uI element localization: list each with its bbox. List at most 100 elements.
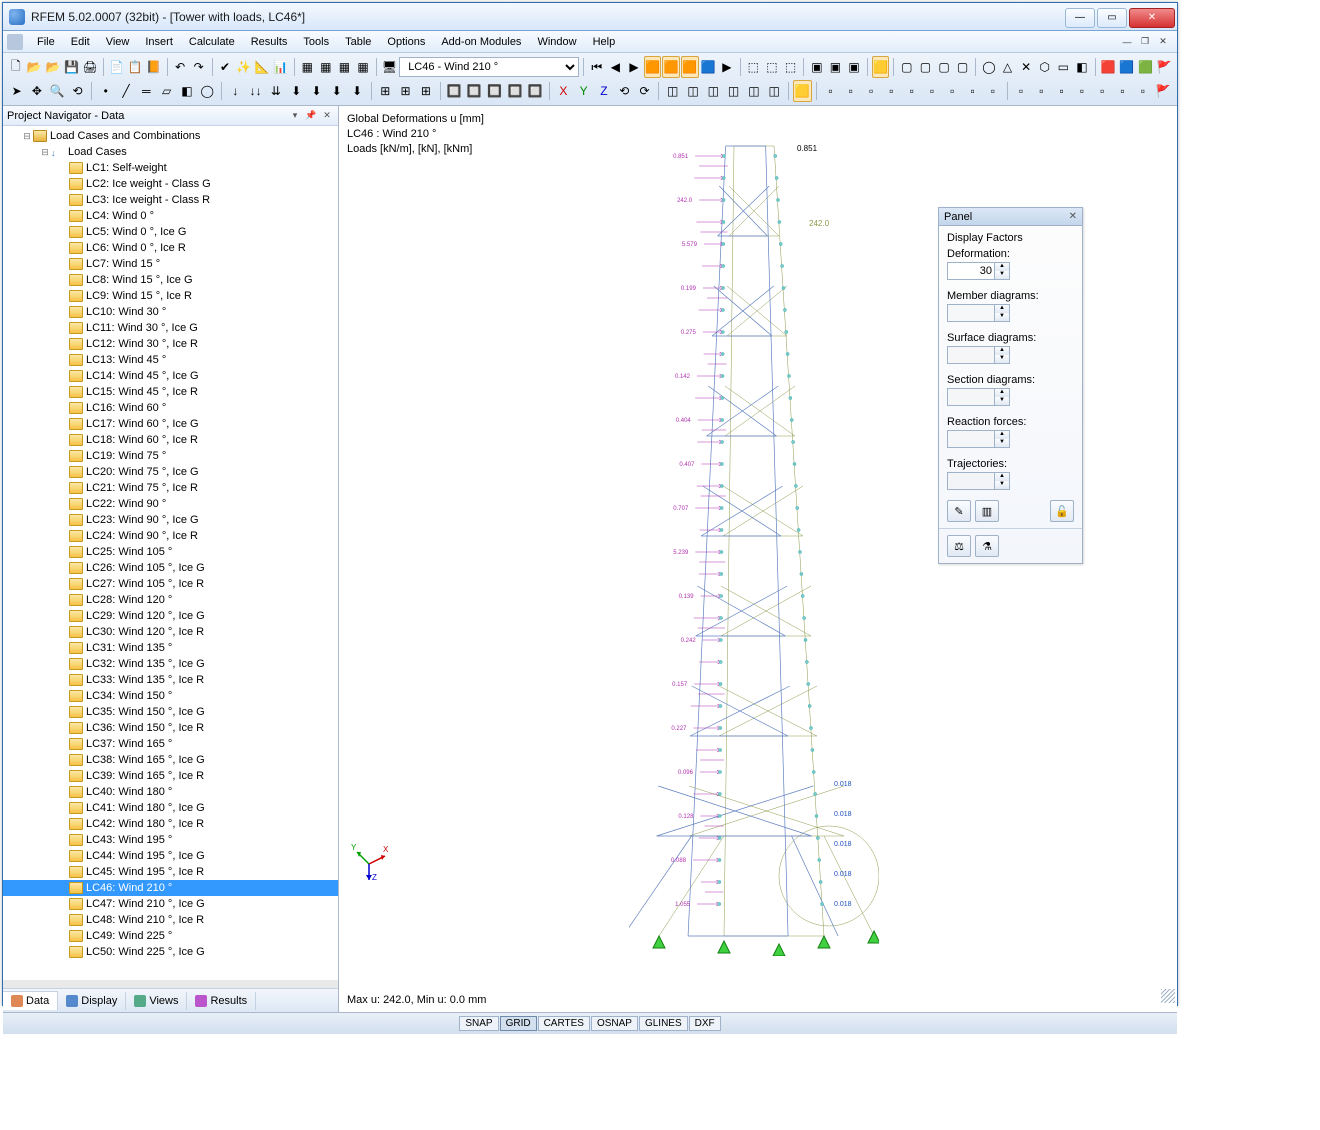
tb-paste[interactable]: 📋 <box>126 56 144 78</box>
tb2-l7[interactable]: ⬇ <box>347 80 366 102</box>
navigator-dropdown-icon[interactable]: ▾ <box>288 109 302 123</box>
deformation-input[interactable] <box>947 262 995 280</box>
tb2-p1[interactable]: ◫ <box>663 80 682 102</box>
tb-f4[interactable]: 🚩 <box>1155 56 1173 78</box>
tree-loadcase[interactable]: LC42: Wind 180 °, Ice R <box>3 816 338 832</box>
tb2-q1[interactable]: ▫ <box>821 80 840 102</box>
tb-r3[interactable]: ⬚ <box>782 56 800 78</box>
tb-calc[interactable]: 📐 <box>253 56 271 78</box>
tab-results[interactable]: Results <box>187 992 256 1010</box>
tree-loadcase[interactable]: LC7: Wind 15 ° <box>3 256 338 272</box>
spin-up[interactable]: ▲ <box>995 263 1009 271</box>
tree-loadcase[interactable]: LC35: Wind 150 °, Ice G <box>3 704 338 720</box>
tb2-surf[interactable]: ▱ <box>157 80 176 102</box>
tb2-hl2[interactable]: 🟨 <box>793 80 812 102</box>
menu-table[interactable]: Table <box>337 34 379 50</box>
tb2-line[interactable]: ╱ <box>116 80 135 102</box>
section-spinner[interactable]: ▲▼ <box>947 388 1074 406</box>
menu-view[interactable]: View <box>98 34 138 50</box>
tb-anim[interactable]: ▶ <box>718 56 736 78</box>
tb2-w4[interactable]: ▫ <box>1072 80 1091 102</box>
tb2-1[interactable]: ➤ <box>7 80 26 102</box>
tree-loadcase[interactable]: LC50: Wind 225 °, Ice G <box>3 944 338 960</box>
tb2-member[interactable]: ═ <box>137 80 156 102</box>
menu-results[interactable]: Results <box>243 34 296 50</box>
tree-loadcase[interactable]: LC38: Wind 165 °, Ice G <box>3 752 338 768</box>
tb-results2[interactable]: 🟧 <box>662 56 680 78</box>
tb-g4[interactable]: ⬡ <box>1036 56 1054 78</box>
tb-g2[interactable]: △ <box>999 56 1017 78</box>
tb2-v1[interactable]: ⊞ <box>376 80 395 102</box>
tb-f2[interactable]: 🟦 <box>1118 56 1136 78</box>
tb2-p3[interactable]: ◫ <box>704 80 723 102</box>
menu-tools[interactable]: Tools <box>295 34 337 50</box>
tb-copy[interactable]: 📄 <box>108 56 126 78</box>
close-button[interactable]: ✕ <box>1129 8 1175 28</box>
member-input[interactable] <box>947 304 995 322</box>
tree-loadcase[interactable]: LC10: Wind 30 ° <box>3 304 338 320</box>
tb-g3[interactable]: ✕ <box>1017 56 1035 78</box>
tb2-q8[interactable]: ▫ <box>963 80 982 102</box>
tb-nav-next[interactable]: ▶ <box>625 56 643 78</box>
panel-tool-flask[interactable]: ⚗ <box>975 535 999 557</box>
tree-loadcase[interactable]: LC15: Wind 45 °, Ice R <box>3 384 338 400</box>
surface-input[interactable] <box>947 346 995 364</box>
tb-s1[interactable]: ▢ <box>898 56 916 78</box>
tree-loadcase[interactable]: LC39: Wind 165 °, Ice R <box>3 768 338 784</box>
doc-minimize-button[interactable]: — <box>1119 35 1135 49</box>
tree-loadcase[interactable]: LC8: Wind 15 °, Ice G <box>3 272 338 288</box>
tb2-p4[interactable]: ◫ <box>724 80 743 102</box>
panel-tool-scale[interactable]: ⚖ <box>947 535 971 557</box>
tree-loadcase[interactable]: LC47: Wind 210 °, Ice G <box>3 896 338 912</box>
tb-g5[interactable]: ▭ <box>1055 56 1073 78</box>
menu-addon-modules[interactable]: Add-on Modules <box>433 34 529 50</box>
tb-wand[interactable]: ✨ <box>235 56 253 78</box>
toggle-osnap[interactable]: OSNAP <box>591 1016 638 1031</box>
resize-grip[interactable] <box>1161 989 1175 1003</box>
tb-book[interactable]: 📙 <box>145 56 163 78</box>
tb2-solid[interactable]: ◧ <box>177 80 196 102</box>
panel-tool-props[interactable]: ▥ <box>975 500 999 522</box>
tree-loadcase[interactable]: LC31: Wind 135 ° <box>3 640 338 656</box>
section-input[interactable] <box>947 388 995 406</box>
tb-check[interactable]: ✔ <box>216 56 234 78</box>
tb2-l4[interactable]: ⬇ <box>287 80 306 102</box>
tb-save[interactable]: 💾 <box>63 56 81 78</box>
tb2-q4[interactable]: ▫ <box>882 80 901 102</box>
tb2-w3[interactable]: ▫ <box>1052 80 1071 102</box>
tb-m1[interactable]: ▣ <box>808 56 826 78</box>
tb-s2[interactable]: ▢ <box>917 56 935 78</box>
tb-f1[interactable]: 🟥 <box>1100 56 1118 78</box>
toggle-snap[interactable]: SNAP <box>459 1016 498 1031</box>
tb2-node[interactable]: • <box>96 80 115 102</box>
panel-tool-edit[interactable]: ✎ <box>947 500 971 522</box>
tree-loadcase[interactable]: LC26: Wind 105 °, Ice G <box>3 560 338 576</box>
tree-loadcase[interactable]: LC44: Wind 195 °, Ice G <box>3 848 338 864</box>
navigator-close-icon[interactable]: ✕ <box>320 109 334 123</box>
panel-header[interactable]: Panel ✕ <box>939 208 1082 226</box>
toggle-grid[interactable]: GRID <box>500 1016 537 1031</box>
menu-edit[interactable]: Edit <box>63 34 98 50</box>
deformation-spinner[interactable]: ▲▼ <box>947 262 1074 280</box>
reaction-input[interactable] <box>947 430 995 448</box>
menu-calculate[interactable]: Calculate <box>181 34 243 50</box>
tb2-v3[interactable]: ⊞ <box>416 80 435 102</box>
tree-loadcase[interactable]: LC5: Wind 0 °, Ice G <box>3 224 338 240</box>
tb2-ax1[interactable]: X <box>554 80 573 102</box>
menu-app-icon[interactable] <box>7 34 23 50</box>
tb-f3[interactable]: 🟩 <box>1137 56 1155 78</box>
tab-views[interactable]: Views <box>126 992 187 1010</box>
tree-loadcase[interactable]: LC14: Wind 45 °, Ice G <box>3 368 338 384</box>
tb-table3[interactable]: ▦ <box>336 56 354 78</box>
surface-spinner[interactable]: ▲▼ <box>947 346 1074 364</box>
tb2-l1[interactable]: ↓ <box>226 80 245 102</box>
tb2-p6[interactable]: ◫ <box>765 80 784 102</box>
tb-find[interactable]: 🖥 <box>381 56 399 78</box>
tb2-p2[interactable]: ◫ <box>683 80 702 102</box>
tree-loadcase[interactable]: LC28: Wind 120 ° <box>3 592 338 608</box>
tree-loadcase[interactable]: LC23: Wind 90 °, Ice G <box>3 512 338 528</box>
tree-loadcase[interactable]: LC9: Wind 15 °, Ice R <box>3 288 338 304</box>
reaction-spinner[interactable]: ▲▼ <box>947 430 1074 448</box>
tb2-vw5[interactable]: 🔲 <box>526 80 545 102</box>
tab-display[interactable]: Display <box>58 992 126 1010</box>
